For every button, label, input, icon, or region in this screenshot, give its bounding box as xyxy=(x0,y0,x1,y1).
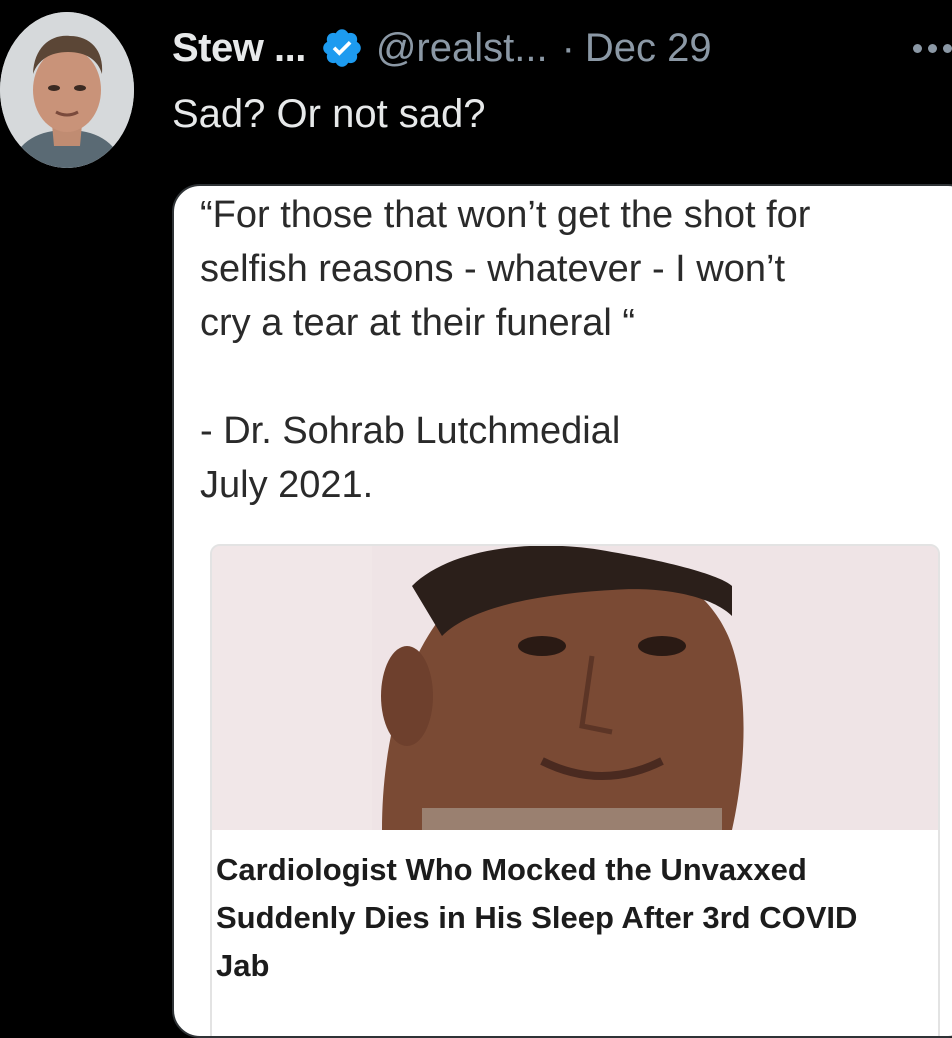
headline-line: Cardiologist Who Mocked the Unvaxxed xyxy=(216,852,807,887)
more-dot xyxy=(913,43,922,53)
headline-line: Jab xyxy=(216,948,270,983)
quote-line: “For those that won’t get the shot for xyxy=(200,194,811,236)
quote-text: “For those that won’t get the shot for s… xyxy=(200,188,952,512)
quote-line: cry a tear at their funeral “ xyxy=(200,302,636,344)
verified-badge-icon xyxy=(320,26,364,70)
tweet-header: Stew ... @realst... · Dec 29 xyxy=(172,22,952,74)
article-preview: Cardiologist Who Mocked the Unvaxxed Sud… xyxy=(210,544,940,1036)
author-handle[interactable]: @realst... xyxy=(376,26,548,71)
quote-line: selfish reasons - whatever - I won’t xyxy=(200,248,786,290)
article-photo xyxy=(212,546,938,830)
quote-attribution: - Dr. Sohrab Lutchmedial xyxy=(200,410,621,452)
tweet-text: Sad? Or not sad? xyxy=(172,92,486,136)
author-name[interactable]: Stew ... xyxy=(172,26,306,71)
more-dot xyxy=(943,43,952,53)
more-options-icon[interactable] xyxy=(913,22,952,74)
quote-date: July 2021. xyxy=(200,464,374,506)
more-dot xyxy=(928,43,937,53)
author-avatar[interactable] xyxy=(0,12,134,168)
separator-dot: · xyxy=(561,25,575,70)
avatar-photo xyxy=(0,12,134,168)
tweet-date[interactable]: Dec 29 xyxy=(585,26,712,71)
tweet-media-image[interactable]: “For those that won’t get the shot for s… xyxy=(172,184,952,1038)
article-headline: Cardiologist Who Mocked the Unvaxxed Sud… xyxy=(216,846,936,990)
headline-line: Suddenly Dies in His Sleep After 3rd COV… xyxy=(216,900,858,935)
